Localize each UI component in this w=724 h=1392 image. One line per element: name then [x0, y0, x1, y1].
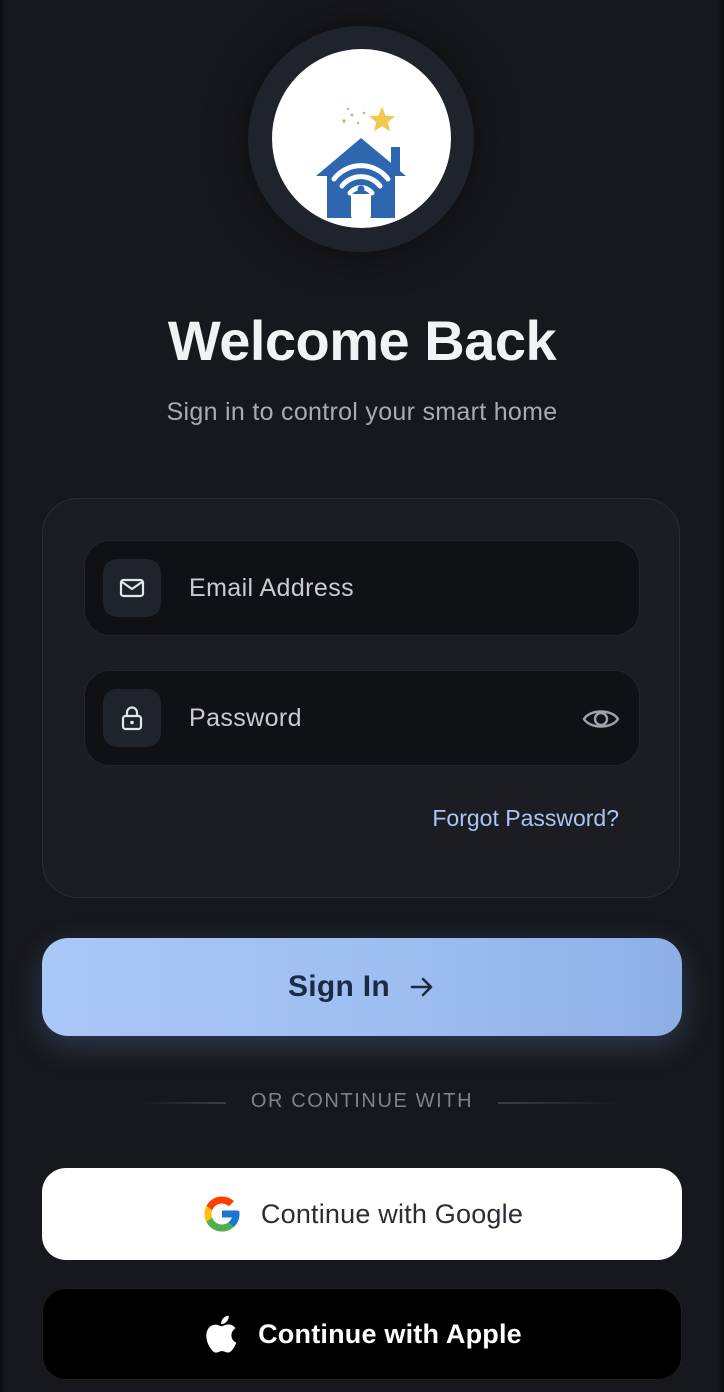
forgot-password-link[interactable]: Forgot Password? [432, 805, 619, 832]
divider-line-right [498, 1102, 620, 1104]
sign-in-button[interactable]: Sign In [42, 938, 682, 1036]
arrow-right-icon [410, 977, 433, 997]
google-button-label: Continue with Google [260, 1198, 524, 1229]
continue-with-apple-button[interactable]: Continue with Apple [42, 1288, 682, 1380]
mail-icon [103, 559, 161, 617]
screen-edge-left [0, 0, 6, 1392]
apple-button-label: Continue with Apple [258, 1318, 522, 1349]
google-icon [204, 1196, 240, 1232]
divider-line-left [140, 1102, 226, 1104]
page-subtitle: Sign in to control your smart home [166, 398, 558, 426]
lock-icon [103, 689, 161, 747]
password-input[interactable] [189, 671, 569, 765]
email-input[interactable] [189, 541, 569, 635]
eye-icon[interactable] [581, 699, 621, 739]
page-title: Welcome Back [167, 309, 557, 372]
app-logo [248, 26, 474, 252]
sign-in-label: Sign In [287, 970, 391, 1003]
email-field[interactable] [84, 540, 640, 636]
apple-icon [206, 1315, 237, 1353]
password-field[interactable] [84, 670, 640, 766]
login-form: Forgot Password? [42, 498, 680, 898]
screen-edge-right [718, 0, 724, 1392]
smart-home-wifi-logo-icon [316, 107, 406, 218]
login-screen: Welcome Back Sign in to control your sma… [0, 0, 724, 1392]
divider-label: OR CONTINUE WITH [250, 1090, 474, 1112]
continue-with-google-button[interactable]: Continue with Google [42, 1168, 682, 1260]
logo-disc [272, 49, 451, 228]
